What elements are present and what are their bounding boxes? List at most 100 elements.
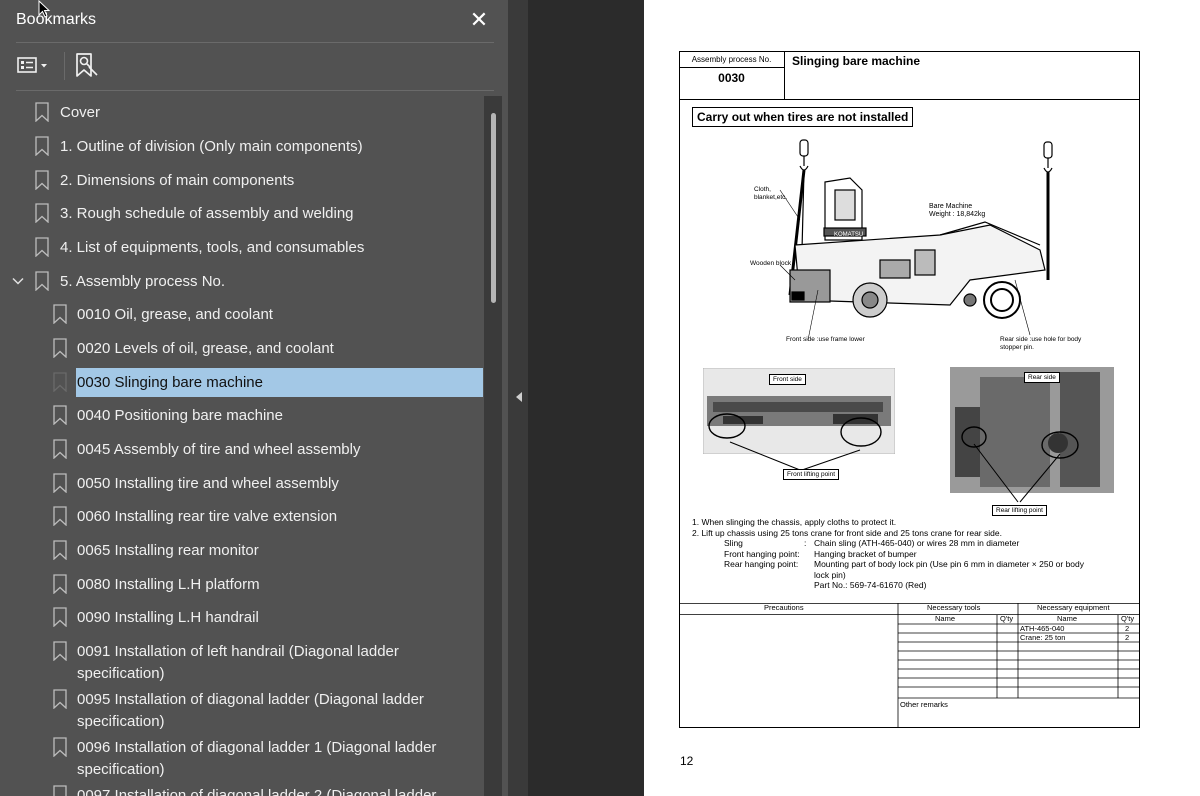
bookmark-label: 0060 Installing rear tire valve extensio… [77,508,338,525]
bookmark-icon [53,574,67,594]
rear-lifting-arrows [973,443,1061,503]
bookmark-label: 0097 Installation of diagonal ladder 2 (… [77,787,437,796]
spec-value: Hanging bracket of bumper [814,548,917,559]
bookmark-icon [53,506,67,526]
spec-row: Rear hanging point: Mounting part of bod… [692,559,1132,570]
bookmarks-panel: Bookmarks ✕ Cover 1. Outline of division… [0,0,508,796]
bookmark-icon [53,689,67,709]
bookmark-label: 4. List of equipments, tools, and consum… [60,239,365,256]
equipment-name-header: Name [1057,614,1078,623]
front-lifting-point-label: Front lifting point [783,469,840,480]
bookmark-label: 1. Outline of division (Only main compon… [60,138,363,155]
bookmark-icon [35,170,49,190]
bookmark-label: 0030 Slinging bare machine [76,368,483,397]
bookmark-icon [53,473,67,493]
other-remarks-label: Other remarks [900,700,948,709]
bookmark-label: 0096 Installation of diagonal ladder 1 (… [77,739,437,778]
close-panel-button[interactable]: ✕ [466,6,492,34]
bookmark-label: 0095 Installation of diagonal ladder (Di… [77,691,424,730]
bookmark-icon [35,136,49,156]
divider [16,90,494,91]
rear-side-label: Rear side [1024,372,1060,383]
cloth-label: Cloth, blanket,etc. [754,186,788,201]
instruction-line: 1. When slinging the chassis, apply clot… [692,517,897,527]
bookmark-icon [53,405,67,425]
spec-row: Front hanging point: Hanging bracket of … [692,549,1132,560]
equipment-name-cell: Crane: 25 ton [1020,633,1066,642]
process-number-label: Assembly process No. [691,55,772,64]
panel-header: Bookmarks ✕ [0,0,508,42]
process-number: 0030 [718,71,745,85]
instructions: 1. When slinging the chassis, apply clot… [692,517,1132,591]
bookmark-list: Cover 1. Outline of division (Only main … [0,96,484,796]
front-side-label: Front side [769,374,806,385]
bookmark-scrollbar-thumb[interactable] [491,113,496,303]
bookmark-icon [53,372,67,392]
list-options-icon [17,57,47,73]
spec-key: Front hanging point: [724,548,800,559]
carry-out-note: Carry out when tires are not installed [692,107,914,127]
bookmark-icon [53,304,67,324]
bookmark-icon [53,439,67,459]
bookmark-label: 0080 Installing L.H platform [77,576,260,593]
bookmark-label: 0020 Levels of oil, grease, and coolant [77,340,334,357]
viewer-background [528,0,644,796]
equipment-qty-header: Q'ty [1121,614,1135,623]
bookmark-icon [53,785,67,796]
spec-key: Sling [724,538,743,548]
bare-machine-diagram: KOMATSU [779,139,1053,341]
panel-title: Bookmarks [16,11,97,28]
page-number: 12 [680,754,694,768]
spec-key: Rear hanging point: [724,559,799,569]
bookmark-icon [53,338,67,358]
machine-brand-label: KOMATSU [834,232,863,238]
spec-row: Part No.: 569-74-61670 (Red) [692,580,1132,591]
bookmark-label: 3. Rough schedule of assembly and weldin… [60,205,354,222]
toolbar-separator [64,52,65,80]
find-bookmark-button[interactable] [70,50,100,80]
instruction-line: 2. Lift up chassis using 25 tons crane f… [692,527,1002,538]
bookmark-label: 0045 Assembly of tire and wheel assembly [77,441,361,458]
spec-value: lock pin) [814,569,846,580]
bookmark-icon [53,737,67,757]
bare-machine-label: Bare Machine Weight : 18,842kg [929,203,986,218]
bookmark-icon [35,271,49,291]
spec-row: lock pin) [692,570,1132,581]
bookmark-icon [53,641,67,661]
collapse-panel-arrow-icon[interactable] [514,390,524,404]
bookmark-icon [53,607,67,627]
bookmark-options-button[interactable] [14,52,58,78]
precautions-header: Precautions [764,603,804,612]
bookmark-icon [35,237,49,257]
bookmark-label: 0040 Positioning bare machine [77,407,283,424]
bookmark-icon [35,203,49,223]
bookmark-label: 0010 Oil, grease, and coolant [77,306,273,323]
bookmark-label: 0050 Installing tire and wheel assembly [77,475,339,492]
necessary-equipment-header: Necessary equipment [1037,603,1110,612]
bookmark-label: 5. Assembly process No. [60,273,226,290]
spec-row: Sling : Chain sling (ATH-465-040) or wir… [692,538,1132,549]
bookmark-label: 0091 Installation of left handrail (Diag… [77,643,399,682]
tools-qty-header: Q'ty [1000,614,1014,623]
front-side-note: Front side :use frame lower [786,336,865,343]
chevron-down-icon[interactable] [10,273,26,289]
spec-value: Chain sling (ATH-465-040) or wires 28 mm… [814,538,1020,548]
bookmark-label: 2. Dimensions of main components [60,172,295,189]
bookmark-icon [53,540,67,560]
equipment-qty-cell: 2 [1125,633,1130,642]
bookmark-icon [35,102,49,122]
rear-lifting-point-label: Rear lifting point [992,505,1047,516]
wooden-block-label: Wooden block [750,260,792,267]
mouse-cursor-icon [38,0,51,18]
spec-value: Part No.: 569-74-61670 (Red) [814,580,927,590]
necessary-tools-header: Necessary tools [927,603,981,612]
bookmark-label: Cover [60,104,101,121]
spec-sep: : [804,538,807,548]
find-bookmark-icon [76,53,98,77]
spec-value: Mounting part of body lock pin (Use pin … [814,559,1085,569]
bookmark-label: 0065 Installing rear monitor [77,542,259,559]
rear-side-note: Rear side :use hole for body stopper pin… [1000,336,1082,351]
process-title: Slinging bare machine [792,54,921,68]
bookmark-label: 0090 Installing L.H handrail [77,609,259,626]
tools-name-header: Name [935,614,956,623]
